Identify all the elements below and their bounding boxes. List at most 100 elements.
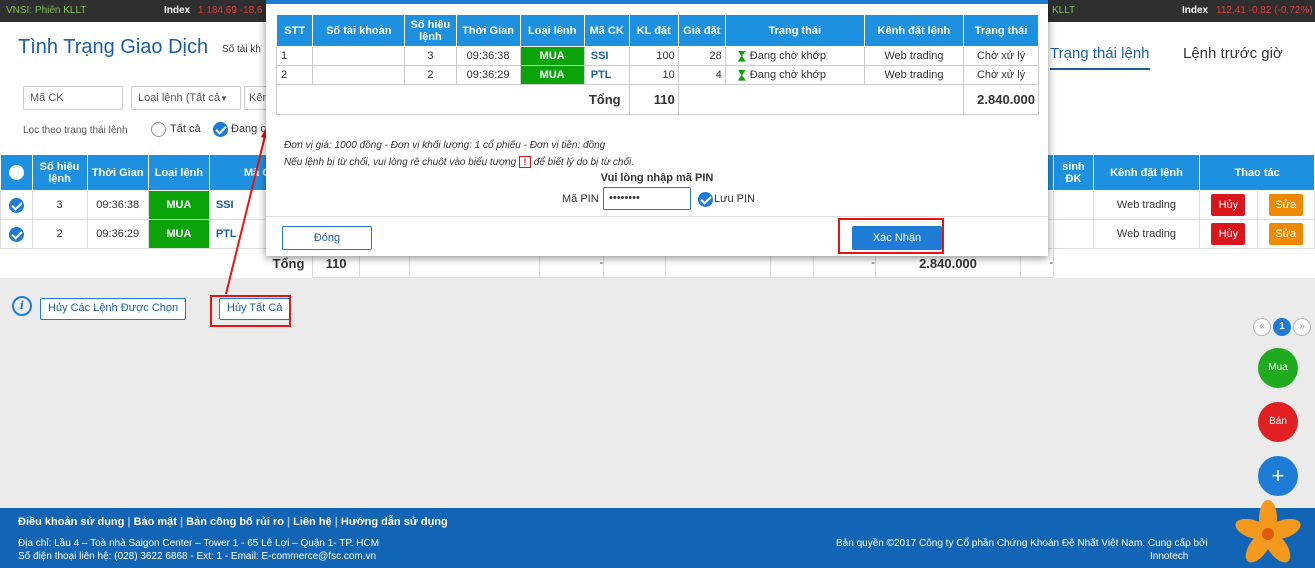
- d-total-label: Tổng: [276, 84, 630, 115]
- col-channel: Kênh đặt lệnh: [1092, 154, 1201, 191]
- d-state: Chờ xử lý: [963, 46, 1039, 66]
- close-button[interactable]: Đóng: [282, 226, 372, 250]
- d-status: Đang chờ khớp: [724, 65, 865, 85]
- page-next-button[interactable]: »: [1293, 318, 1311, 336]
- order-no: 3: [31, 190, 88, 220]
- radio-all-label: Tất cả: [170, 123, 201, 135]
- d-account: [312, 46, 406, 66]
- radio-pending-label: Đang c: [231, 123, 266, 135]
- d-stt: 2: [275, 65, 314, 85]
- d-time: 09:36:38: [455, 46, 521, 66]
- status-filter-label: Lọc theo trạng thái lệnh: [23, 125, 128, 136]
- d-total-qty: 110: [628, 84, 679, 115]
- d-qty: 10: [628, 65, 679, 85]
- warning-icon: !: [518, 156, 531, 168]
- sell-fab-button[interactable]: Bán: [1258, 402, 1298, 442]
- confirm-cancel-dialog: STT Số tài khoản Số hiệu lệnh Thời Gian …: [266, 0, 1048, 256]
- footer-link-guide[interactable]: Hướng dẫn sử dụng: [341, 516, 448, 528]
- ticker-index-value-right: 112,41 -0,82 (-0,72%): [1216, 5, 1313, 16]
- flower-logo-icon: [1235, 500, 1301, 563]
- pin-prompt: Vui lòng nhập mã PIN: [600, 172, 714, 184]
- footer-sep: |: [127, 516, 134, 528]
- edit-order-button[interactable]: Sửa: [1268, 194, 1303, 216]
- order-channel: Web trading: [1092, 190, 1201, 220]
- cancel-all-button[interactable]: Hủy Tất Cả: [219, 298, 291, 320]
- ticker-session: VNSI: Phiên KLLT: [6, 5, 87, 16]
- footer-sep: |: [334, 516, 341, 528]
- order-time: 09:36:29: [86, 219, 149, 249]
- footer-sep: |: [287, 516, 294, 528]
- d-time: 09:36:29: [455, 65, 521, 85]
- col-order-type: Loại lệnh: [147, 154, 210, 191]
- reject-note-b: để biết lý do bị từ chối.: [533, 157, 635, 168]
- tab-pre-market-orders[interactable]: Lệnh trước giờ: [1183, 45, 1283, 62]
- cancel-selected-button[interactable]: Hủy Các Lệnh Được Chọn: [40, 298, 187, 320]
- order-channel: Web trading: [1092, 219, 1201, 249]
- d-channel: Web trading: [863, 65, 965, 85]
- col-order-no: Số hiệu lệnh: [31, 154, 88, 191]
- dialog-total-row: Tổng 110 2.840.000: [276, 84, 1039, 115]
- confirm-button[interactable]: Xác Nhận: [852, 226, 942, 250]
- cancel-order-button[interactable]: Hủy: [1211, 223, 1246, 245]
- row-checkbox[interactable]: [8, 226, 24, 242]
- dialog-orders-table: STT Số tài khoản Số hiệu lệnh Thời Gian …: [275, 14, 1039, 115]
- d-order-no: 2: [404, 65, 457, 85]
- footer-link-terms[interactable]: Điều khoản sử dụng: [18, 516, 124, 528]
- order-type-select[interactable]: Loại lệnh (Tất cả▼: [131, 86, 241, 110]
- col-actions: Thao tác: [1199, 154, 1315, 191]
- select-all-header[interactable]: [0, 154, 33, 191]
- ticker-index-label: Index: [164, 5, 191, 16]
- table-row: 1 3 09:36:38 MUA SSI 100 28 Đang chờ khớ…: [275, 46, 1039, 66]
- buy-fab-button[interactable]: Mua: [1258, 348, 1298, 388]
- row-select[interactable]: [0, 190, 33, 220]
- cancel-cell: Hủy: [1199, 219, 1258, 249]
- page-prev-button[interactable]: «: [1253, 318, 1271, 336]
- dcol-price: Giá đặt: [677, 14, 726, 47]
- pin-field-label: Mã PIN: [562, 193, 599, 205]
- dcol-symbol: Mã CK: [583, 14, 630, 47]
- dcol-channel: Kênh đặt lệnh: [863, 14, 965, 47]
- d-side: MUA: [519, 46, 585, 66]
- symbol-filter-input[interactable]: Mã CK: [23, 86, 123, 110]
- footer-links: Điều khoản sử dụng | Bảo mật | Bản công …: [18, 516, 448, 528]
- order-side: MUA: [147, 219, 210, 249]
- footer-copyright: Bản quyền ©2017 Công ty Cổ phần Chứng Kh…: [836, 538, 1208, 549]
- footer-link-contact[interactable]: Liên hệ: [293, 516, 332, 528]
- ticker-index-value: 1.184,69 -18,6: [198, 5, 263, 16]
- d-order-no: 3: [404, 46, 457, 66]
- order-no: 2: [31, 219, 88, 249]
- hourglass-icon: [737, 69, 746, 81]
- d-status: Đang chờ khớp: [724, 46, 865, 66]
- tab-order-status[interactable]: Trạng thái lệnh: [1050, 45, 1150, 70]
- row-checkbox[interactable]: [8, 197, 24, 213]
- page-current-button[interactable]: 1: [1273, 318, 1291, 336]
- cancel-order-button[interactable]: Hủy: [1211, 194, 1246, 216]
- add-fab-button[interactable]: +: [1258, 456, 1298, 496]
- row-select[interactable]: [0, 219, 33, 249]
- radio-all[interactable]: [151, 122, 166, 137]
- reject-note: Nếu lệnh bị từ chối, vui lòng rê chuột v…: [284, 156, 634, 168]
- page-title: Tình Trạng Giao Dịch: [18, 36, 209, 58]
- radio-pending[interactable]: [213, 122, 228, 137]
- channel-select[interactable]: Kên: [244, 86, 268, 110]
- d-symbol: PTL: [583, 65, 630, 85]
- save-pin-checkbox[interactable]: [698, 192, 713, 207]
- d-qty: 100: [628, 46, 679, 66]
- unit-note: Đơn vị giá: 1000 đồng - Đơn vị khối lượn…: [284, 140, 606, 151]
- order-type-value: Loại lệnh (Tất cả: [138, 92, 220, 104]
- d-account: [312, 65, 406, 85]
- info-icon[interactable]: i: [12, 296, 32, 316]
- chevron-down-icon: ▼: [219, 94, 228, 103]
- pin-input[interactable]: ••••••••: [603, 187, 691, 210]
- footer-provider: Innotech: [1150, 551, 1189, 562]
- select-all-checkbox[interactable]: [8, 165, 24, 180]
- edit-order-button[interactable]: Sửa: [1268, 223, 1303, 245]
- order-time: 09:36:38: [86, 190, 149, 220]
- dialog-divider: [266, 216, 1048, 217]
- edit-cell: Sửa: [1256, 190, 1315, 220]
- footer-link-risk[interactable]: Bản công bố rủi ro: [186, 516, 284, 528]
- order-side: MUA: [147, 190, 210, 220]
- footer-link-privacy[interactable]: Bảo mật: [134, 516, 177, 528]
- d-status-text: Đang chờ khớp: [749, 69, 826, 81]
- dcol-time: Thời Gian: [455, 14, 521, 47]
